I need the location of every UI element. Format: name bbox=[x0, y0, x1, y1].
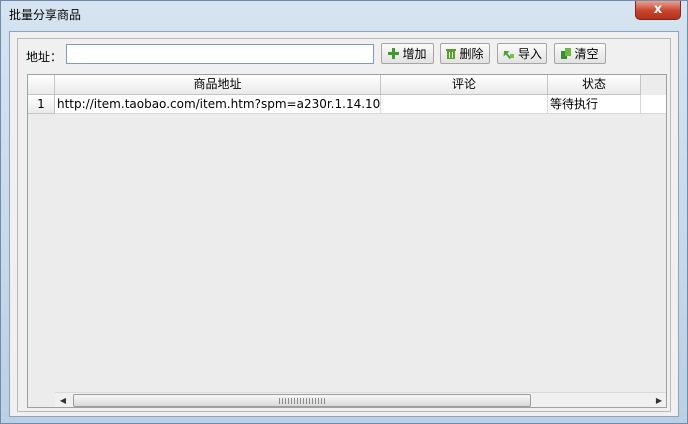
batch-share-window: 批量分享商品 x 地址： 增加 删除 导入 清空 商品地址 评论 状态 1 ht… bbox=[0, 0, 688, 424]
trash-icon bbox=[446, 49, 457, 59]
column-header-comment[interactable]: 评论 bbox=[381, 75, 548, 95]
table-cell-filler bbox=[641, 95, 666, 114]
scroll-corner bbox=[28, 392, 55, 407]
table-row-number[interactable]: 1 bbox=[28, 95, 55, 114]
column-header-url[interactable]: 商品地址 bbox=[55, 75, 381, 95]
table-cell-comment[interactable] bbox=[381, 95, 548, 114]
add-button-label: 增加 bbox=[402, 47, 427, 61]
close-button[interactable]: x bbox=[635, 1, 681, 20]
address-label: 地址： bbox=[26, 50, 63, 64]
arrow-left-icon[interactable]: ◀ bbox=[55, 393, 71, 407]
delete-button[interactable]: 删除 bbox=[440, 43, 490, 64]
horizontal-scrollbar[interactable]: ◀ ▶ bbox=[55, 392, 666, 407]
clear-button[interactable]: 清空 bbox=[554, 43, 606, 64]
items-table: 商品地址 评论 状态 1 http://item.taobao.com/item… bbox=[27, 74, 667, 408]
plus-icon bbox=[388, 48, 400, 59]
scrollbar-thumb[interactable] bbox=[73, 394, 531, 407]
import-button[interactable]: 导入 bbox=[497, 43, 547, 64]
add-button[interactable]: 增加 bbox=[381, 43, 434, 64]
import-button-label: 导入 bbox=[518, 47, 543, 61]
window-title: 批量分享商品 bbox=[9, 8, 82, 22]
table-cell-url[interactable]: http://item.taobao.com/item.htm?spm=a230… bbox=[55, 95, 381, 114]
row-number-header bbox=[28, 75, 55, 95]
delete-button-label: 删除 bbox=[459, 47, 484, 61]
table-cell-status[interactable]: 等待执行 bbox=[548, 95, 641, 114]
window-client-area: 地址： 增加 删除 导入 清空 商品地址 评论 状态 1 http://item… bbox=[9, 31, 679, 417]
address-input[interactable] bbox=[66, 44, 374, 64]
column-header-status[interactable]: 状态 bbox=[548, 75, 641, 95]
main-panel: 地址： 增加 删除 导入 清空 商品地址 评论 状态 1 http://item… bbox=[17, 38, 671, 412]
import-icon bbox=[503, 50, 514, 59]
scrollbar-grip bbox=[279, 398, 327, 404]
arrow-right-icon[interactable]: ▶ bbox=[651, 393, 666, 407]
clear-icon bbox=[561, 48, 572, 59]
clear-button-label: 清空 bbox=[574, 47, 599, 61]
title-bar[interactable]: 批量分享商品 x bbox=[1, 1, 687, 31]
